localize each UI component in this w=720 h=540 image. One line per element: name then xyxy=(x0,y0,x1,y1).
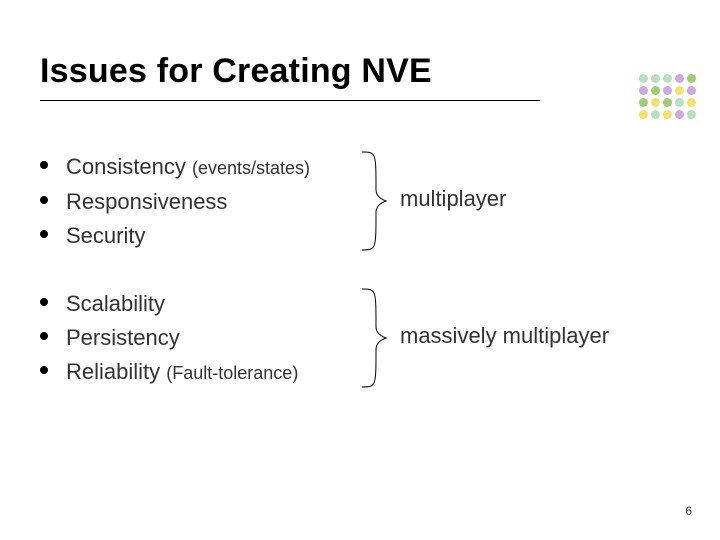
group-1: Consistency (events/states) Responsivene… xyxy=(40,150,680,253)
bullet-icon xyxy=(40,230,48,238)
bullet-icon xyxy=(40,366,48,374)
item-text: Consistency xyxy=(66,150,192,184)
item-text: Responsiveness xyxy=(66,185,227,219)
item-text: Scalability xyxy=(66,287,165,321)
title-underline xyxy=(40,100,540,101)
item-qualifier: (Fault-tolerance) xyxy=(166,356,298,390)
bullet-icon xyxy=(40,332,48,340)
page-number: 6 xyxy=(685,504,692,518)
brace-icon xyxy=(360,150,388,252)
bullet-icon xyxy=(40,161,48,169)
item-qualifier: (events/states) xyxy=(192,151,310,185)
item-text: Persistency xyxy=(66,321,180,355)
slide: Issues for Creating NVE Consistency (eve… xyxy=(0,0,720,540)
group-label: massively multiplayer xyxy=(400,323,609,349)
bullet-icon xyxy=(40,298,48,306)
item-text: Security xyxy=(66,219,145,253)
brace-icon xyxy=(360,287,388,389)
group-label: multiplayer xyxy=(400,186,506,212)
bullet-icon xyxy=(40,196,48,204)
group-2: Scalability Persistency Reliability (Fau… xyxy=(40,287,680,390)
slide-title: Issues for Creating NVE xyxy=(40,52,432,91)
slide-body: Consistency (events/states) Responsivene… xyxy=(40,150,680,424)
decorative-dots xyxy=(639,74,696,119)
item-text: Reliability xyxy=(66,355,166,389)
